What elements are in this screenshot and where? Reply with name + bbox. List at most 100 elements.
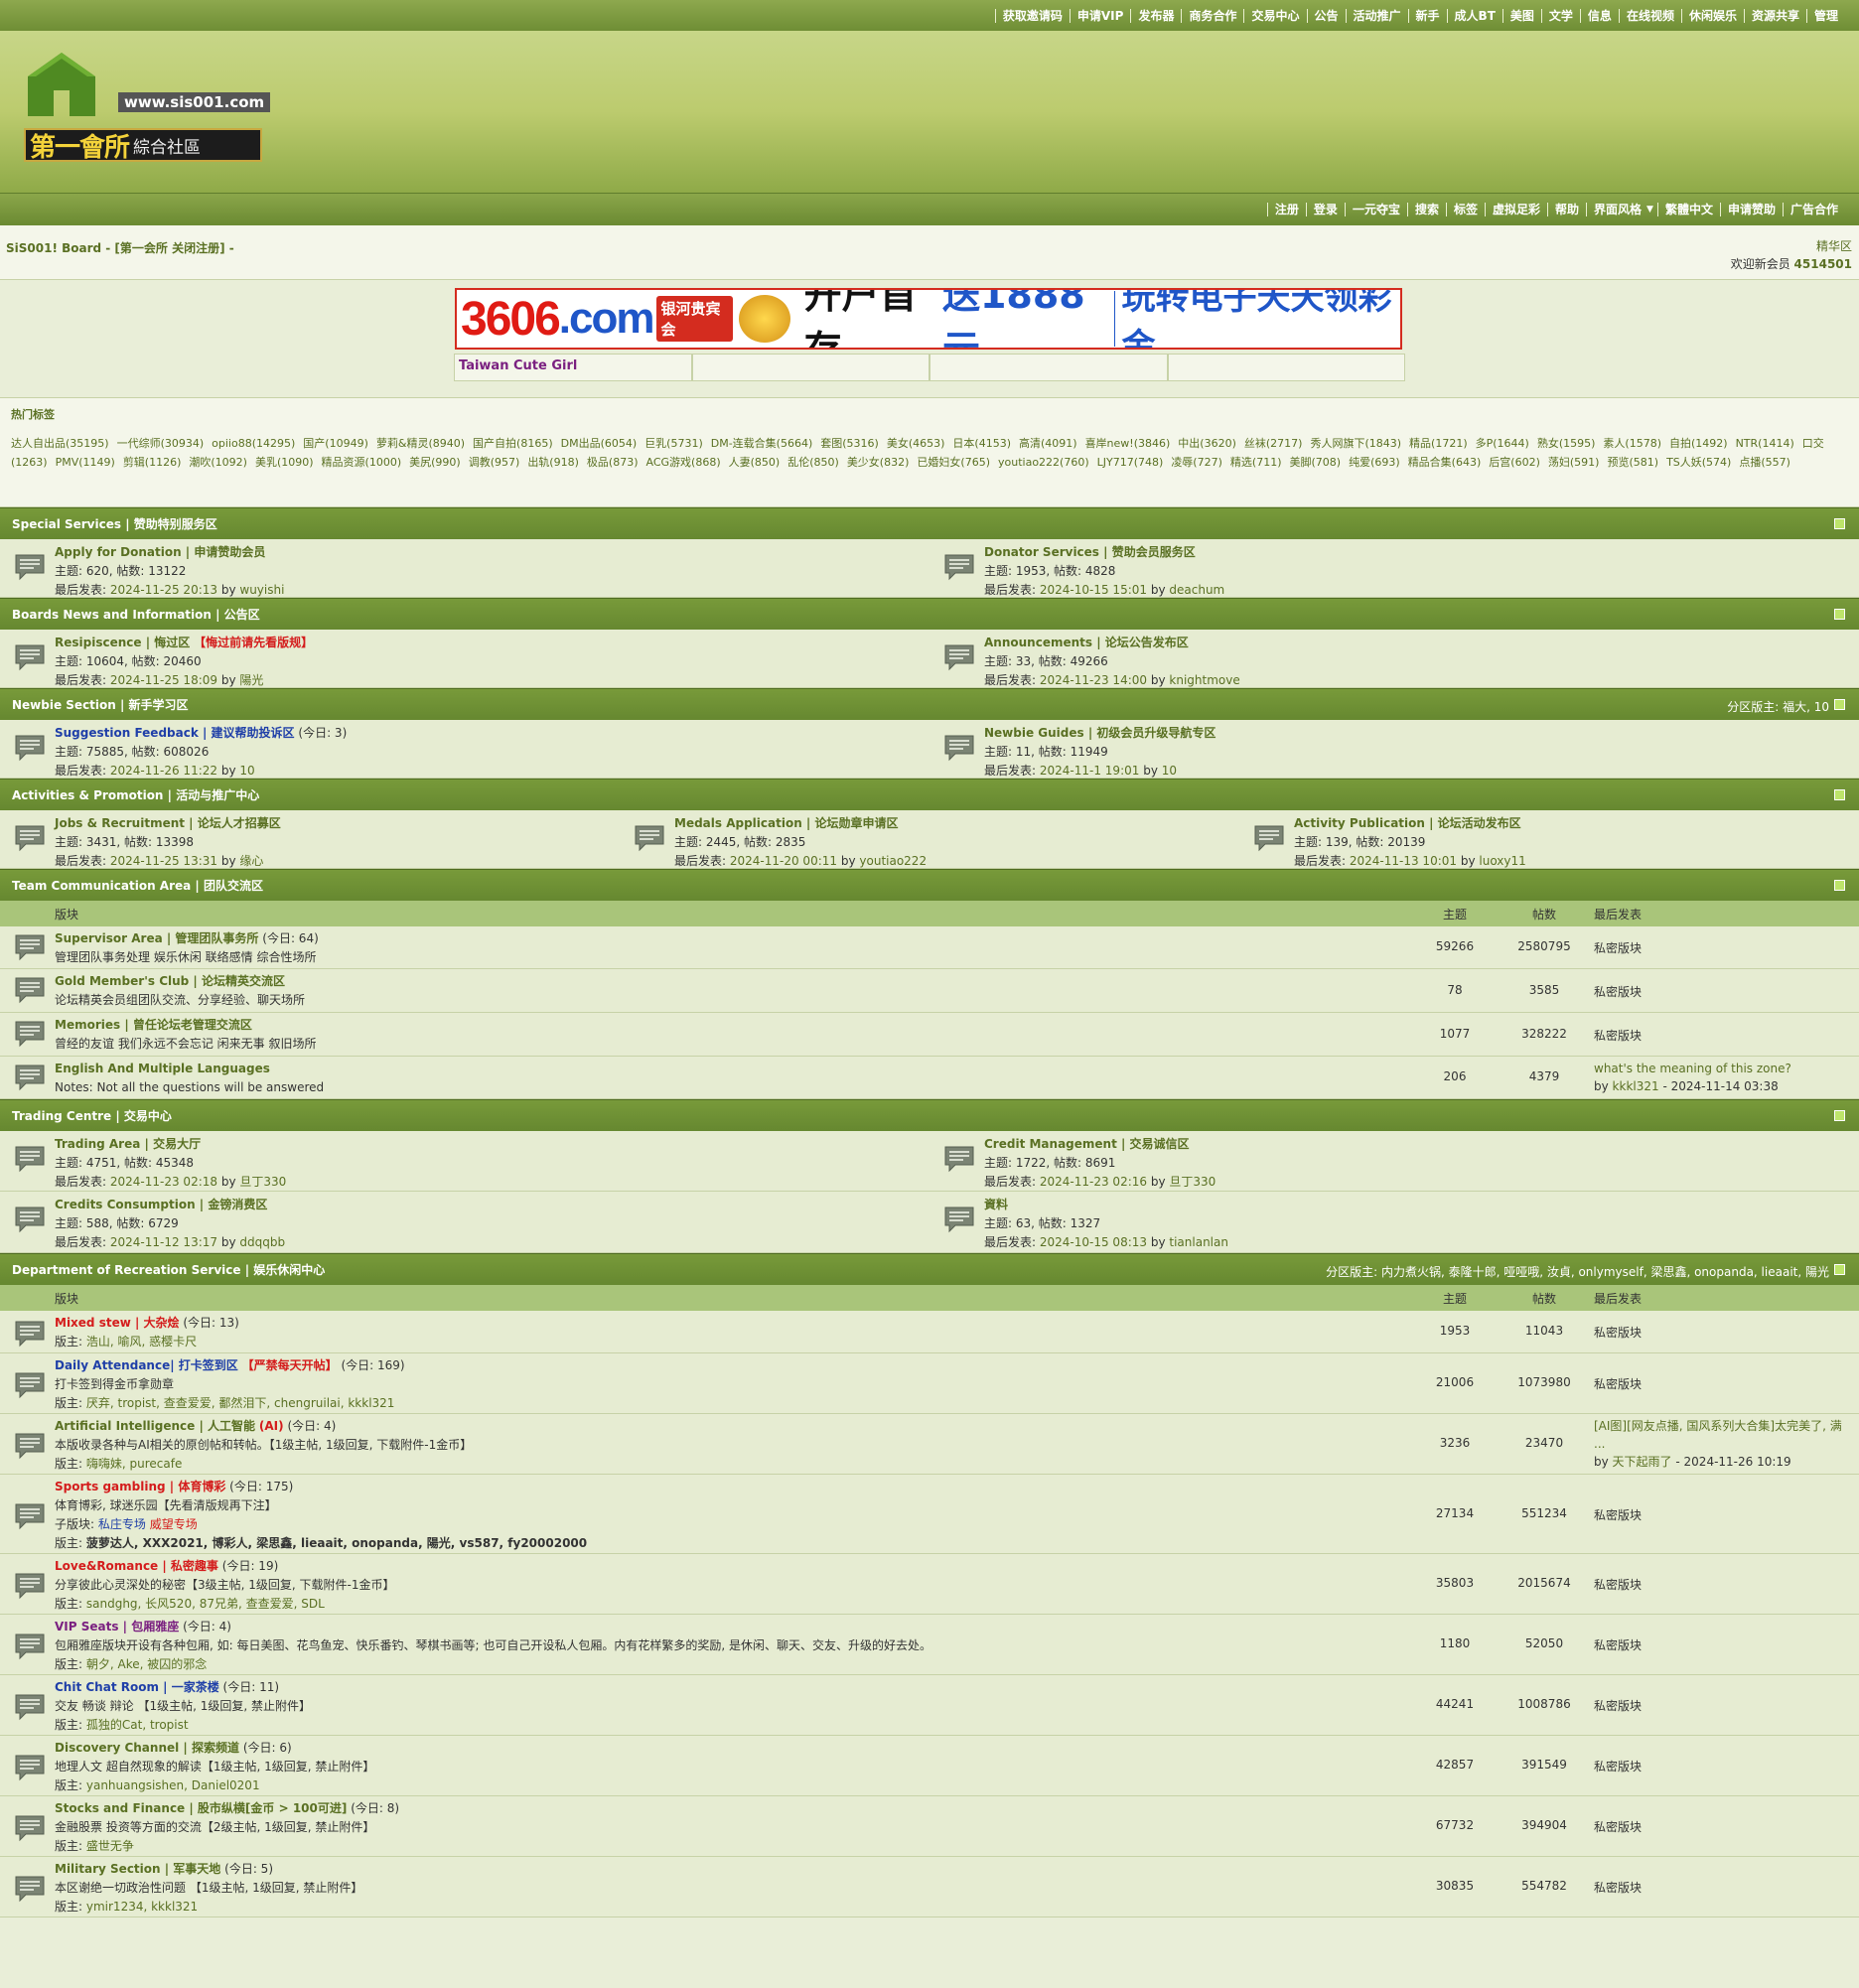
top-nav-item[interactable]: 活动推广 <box>1345 8 1408 23</box>
last-post-date[interactable]: 2024-11-25 18:09 <box>110 673 217 687</box>
last-post-date[interactable]: 2024-11-13 10:01 <box>1350 854 1457 868</box>
last-post-user[interactable]: luoxy11 <box>1479 854 1525 868</box>
collapse-icon[interactable] <box>1834 518 1845 529</box>
top-nav-item[interactable]: 在线视频 <box>1618 8 1681 23</box>
hot-tag[interactable]: 人妻(850) <box>729 456 781 469</box>
sub-nav-item[interactable]: 广告合作 <box>1782 203 1845 216</box>
last-post-user[interactable]: tianlanlan <box>1169 1235 1228 1249</box>
forum-link[interactable]: Jobs & Recruitment | 论坛人才招募区 <box>55 816 281 830</box>
hot-tag[interactable]: 出轨(918) <box>527 456 579 469</box>
hot-tag[interactable]: 巨乳(5731) <box>644 437 703 450</box>
last-post-user[interactable]: 10 <box>1162 764 1177 778</box>
hot-tag[interactable]: 一代综师(30934) <box>117 437 205 450</box>
forum-link[interactable]: Announcements | 论坛公告发布区 <box>984 636 1189 649</box>
sub-nav-item[interactable]: 虚拟足彩 <box>1484 203 1547 216</box>
sub-nav-item[interactable]: 繁體中文 <box>1656 203 1720 216</box>
hot-tag[interactable]: PMV(1149) <box>56 456 115 469</box>
collapse-icon[interactable] <box>1834 789 1845 800</box>
forum-link[interactable]: Suggestion Feedback | 建议帮助投诉区 <box>55 726 295 740</box>
last-post-date[interactable]: 2024-11-26 11:22 <box>110 764 217 778</box>
ad-link-1[interactable]: Taiwan Cute Girl <box>454 354 692 381</box>
sub-nav-item[interactable]: 注册 <box>1266 203 1306 216</box>
hot-tag[interactable]: 国产(10949) <box>303 437 368 450</box>
forum-rule-tag[interactable]: 【悔过前请先看版规】 <box>194 636 313 649</box>
sub-nav-item[interactable]: 登录 <box>1305 203 1345 216</box>
hot-tag[interactable]: ACG游戏(868) <box>646 456 721 469</box>
collapse-icon[interactable] <box>1834 1264 1845 1275</box>
forum-link[interactable]: Chit Chat Room | 一家茶楼 <box>55 1680 219 1694</box>
hot-tag[interactable]: TS人妖(574) <box>1666 456 1731 469</box>
sub-nav-item[interactable]: 界面风格 <box>1586 203 1648 216</box>
hot-tag[interactable]: 套图(5316) <box>820 437 879 450</box>
top-nav-item[interactable]: 美图 <box>1502 8 1541 23</box>
hot-tag[interactable]: youtiao222(760) <box>998 456 1089 469</box>
hot-tag[interactable]: DM出品(6054) <box>561 437 638 450</box>
last-post-user[interactable]: 10 <box>239 764 254 778</box>
collapse-icon[interactable] <box>1834 609 1845 620</box>
top-nav-item[interactable]: 申请VIP <box>1069 8 1131 23</box>
hot-tag[interactable]: 高清(4091) <box>1019 437 1077 450</box>
last-post-user[interactable]: 天下起雨了 <box>1613 1455 1672 1469</box>
last-post-date[interactable]: 2024-10-15 15:01 <box>1040 583 1147 597</box>
hot-tag[interactable]: 萝莉&精灵(8940) <box>376 437 465 450</box>
forum-link[interactable]: Military Section | 军事天地 <box>55 1862 220 1876</box>
forum-link[interactable]: English And Multiple Languages <box>55 1062 270 1075</box>
moderators-list[interactable]: 朝夕, Ake, 被囚的邪念 <box>86 1657 207 1671</box>
sub-nav-item[interactable]: 帮助 <box>1547 203 1586 216</box>
hot-tag[interactable]: 美尻(990) <box>409 456 461 469</box>
category-title[interactable]: Newbie Section | 新手学习区 <box>12 696 189 713</box>
hot-tag[interactable]: 喜岸new!(3846) <box>1085 437 1171 450</box>
hot-tag[interactable]: NTR(1414) <box>1736 437 1794 450</box>
hot-tag[interactable]: LJY717(748) <box>1097 456 1164 469</box>
hot-tag[interactable]: 纯爱(693) <box>1349 456 1400 469</box>
last-post-date[interactable]: 2024-11-23 02:16 <box>1040 1175 1147 1189</box>
hot-tag[interactable]: 美女(4653) <box>887 437 945 450</box>
forum-link[interactable]: Mixed stew | 大杂烩 <box>55 1316 180 1330</box>
forum-tag[interactable]: (AI) <box>259 1419 284 1433</box>
hot-tag[interactable]: 点播(557) <box>1739 456 1790 469</box>
collapse-icon[interactable] <box>1834 1110 1845 1121</box>
moderators-list[interactable]: 盛世无争 <box>86 1839 134 1853</box>
last-post-date[interactable]: 2024-11-12 13:17 <box>110 1235 217 1249</box>
top-nav-item[interactable]: 交易中心 <box>1243 8 1306 23</box>
site-logo[interactable]: www.sis001.com 第一會所 綜合社區 <box>24 51 272 168</box>
hot-tag[interactable]: 已婚妇女(765) <box>917 456 990 469</box>
hot-tag[interactable]: 剪辑(1126) <box>123 456 182 469</box>
category-moderators[interactable]: 分区版主: 内力煮火锅, 泰隆十郎, 哑哑哦, 汝貞, onlymyself, … <box>1326 1263 1829 1280</box>
category-title[interactable]: Boards News and Information | 公告区 <box>12 606 260 623</box>
hot-tag[interactable]: 日本(4153) <box>952 437 1011 450</box>
moderators-list[interactable]: 浩山, 喻风, 惑樱卡尺 <box>86 1335 197 1349</box>
forum-link[interactable]: Memories | 曾任论坛老管理交流区 <box>55 1018 252 1032</box>
forum-link[interactable]: Resipiscence | 悔过区 <box>55 636 190 649</box>
ad-link-3[interactable] <box>930 354 1168 381</box>
category-title[interactable]: Team Communication Area | 团队交流区 <box>12 877 263 894</box>
category-moderators[interactable]: 分区版主: 福大, 10 <box>1727 698 1829 715</box>
sub-nav-item[interactable]: 申请赞助 <box>1719 203 1783 216</box>
top-nav-item[interactable]: 休闲娱乐 <box>1680 8 1744 23</box>
moderators-list[interactable]: 嗨嗨妹, purecafe <box>86 1457 182 1471</box>
hot-tag[interactable]: 熟女(1595) <box>1537 437 1596 450</box>
hot-tag[interactable]: 中出(3620) <box>1178 437 1236 450</box>
collapse-icon[interactable] <box>1834 699 1845 710</box>
forum-link[interactable]: Credit Management | 交易诚信区 <box>984 1137 1190 1151</box>
last-post-user[interactable]: youtiao222 <box>859 854 927 868</box>
forum-link[interactable]: VIP Seats | 包厢雅座 <box>55 1620 179 1633</box>
last-post-user[interactable]: knightmove <box>1169 673 1239 687</box>
last-post-user[interactable]: deachum <box>1169 583 1224 597</box>
category-title[interactable]: Special Services | 赞助特别服务区 <box>12 515 217 532</box>
hot-tag[interactable]: 达人自出品(35195) <box>11 437 109 450</box>
hot-tag[interactable]: 秀人网旗下(1843) <box>1310 437 1401 450</box>
hot-tag[interactable]: 精选(711) <box>1230 456 1282 469</box>
last-post-date[interactable]: 2024-11-25 13:31 <box>110 854 217 868</box>
hot-tag[interactable]: 精品资源(1000) <box>322 456 402 469</box>
ad-banner[interactable]: 3606 .com 银河贵宾会 开户首存 送1888元 玩转电子天天领彩金 <box>455 288 1402 350</box>
category-title[interactable]: Trading Centre | 交易中心 <box>12 1107 172 1124</box>
subforum-link[interactable]: 威望专场 <box>150 1517 198 1531</box>
forum-link[interactable]: Sports gambling | 体育博彩 <box>55 1480 225 1493</box>
collapse-icon[interactable] <box>1834 880 1845 891</box>
ad-link-4[interactable] <box>1167 354 1405 381</box>
forum-link[interactable]: Love&Romance | 私密趣事 <box>55 1559 218 1573</box>
top-nav-item[interactable]: 商务合作 <box>1181 8 1243 23</box>
moderators-list[interactable]: sandghg, 长风520, 87兄弟, 查查爱爱, SDL <box>86 1597 325 1611</box>
forum-link[interactable]: Daily Attendance| 打卡签到区 <box>55 1358 238 1372</box>
